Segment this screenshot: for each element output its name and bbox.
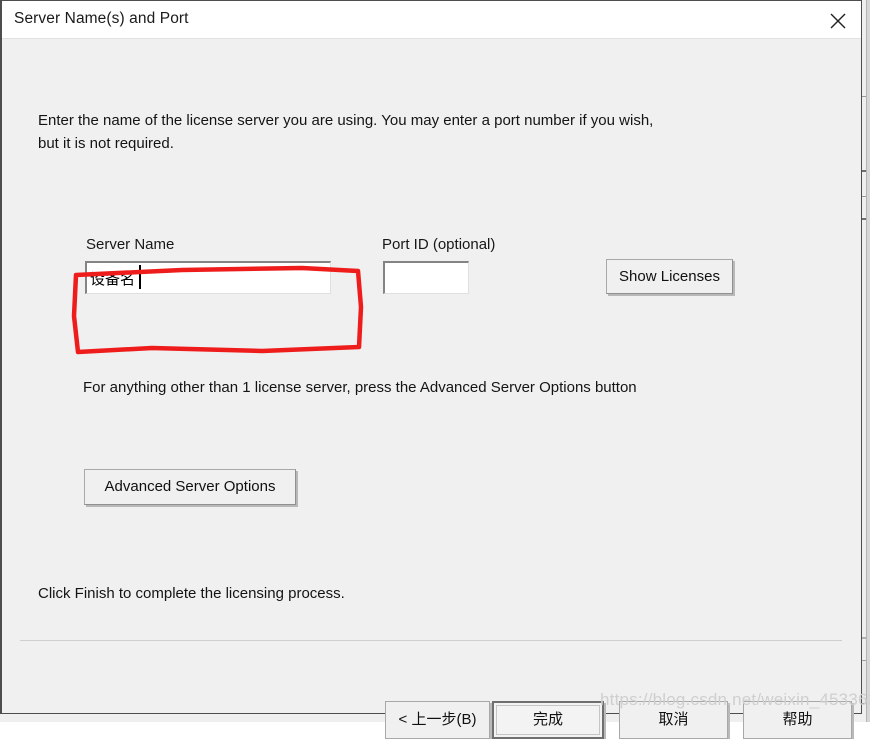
dialog-content: Enter the name of the license server you… bbox=[2, 39, 861, 739]
background-window-edge bbox=[866, 0, 870, 722]
back-button[interactable]: < 上一步(B) bbox=[385, 701, 490, 739]
footer-separator bbox=[20, 640, 842, 641]
intro-instruction-text: Enter the name of the license server you… bbox=[38, 112, 654, 152]
text-caret bbox=[139, 265, 141, 289]
dialog-title: Server Name(s) and Port bbox=[14, 10, 189, 27]
finish-button[interactable]: 完成 bbox=[492, 701, 604, 739]
close-button[interactable] bbox=[815, 1, 861, 38]
show-licenses-button[interactable]: Show Licenses bbox=[606, 259, 733, 294]
port-id-label: Port ID (optional) bbox=[382, 236, 496, 253]
advanced-server-options-hint-text: For anything other than 1 license server… bbox=[83, 379, 637, 396]
dialog-titlebar: Server Name(s) and Port bbox=[2, 1, 861, 39]
close-icon bbox=[830, 13, 846, 29]
finish-button-default-ring bbox=[496, 705, 600, 735]
watermark-text: https://blog.csdn.net/weixin_45336315 bbox=[600, 690, 870, 709]
server-name-input[interactable] bbox=[85, 261, 331, 294]
server-name-label: Server Name bbox=[86, 236, 175, 253]
port-id-input[interactable] bbox=[383, 261, 469, 294]
finish-hint-text: Click Finish to complete the licensing p… bbox=[38, 585, 345, 602]
server-name-and-port-dialog: Server Name(s) and Port Enter the name o… bbox=[0, 0, 862, 739]
advanced-server-options-button[interactable]: Advanced Server Options bbox=[84, 469, 296, 505]
